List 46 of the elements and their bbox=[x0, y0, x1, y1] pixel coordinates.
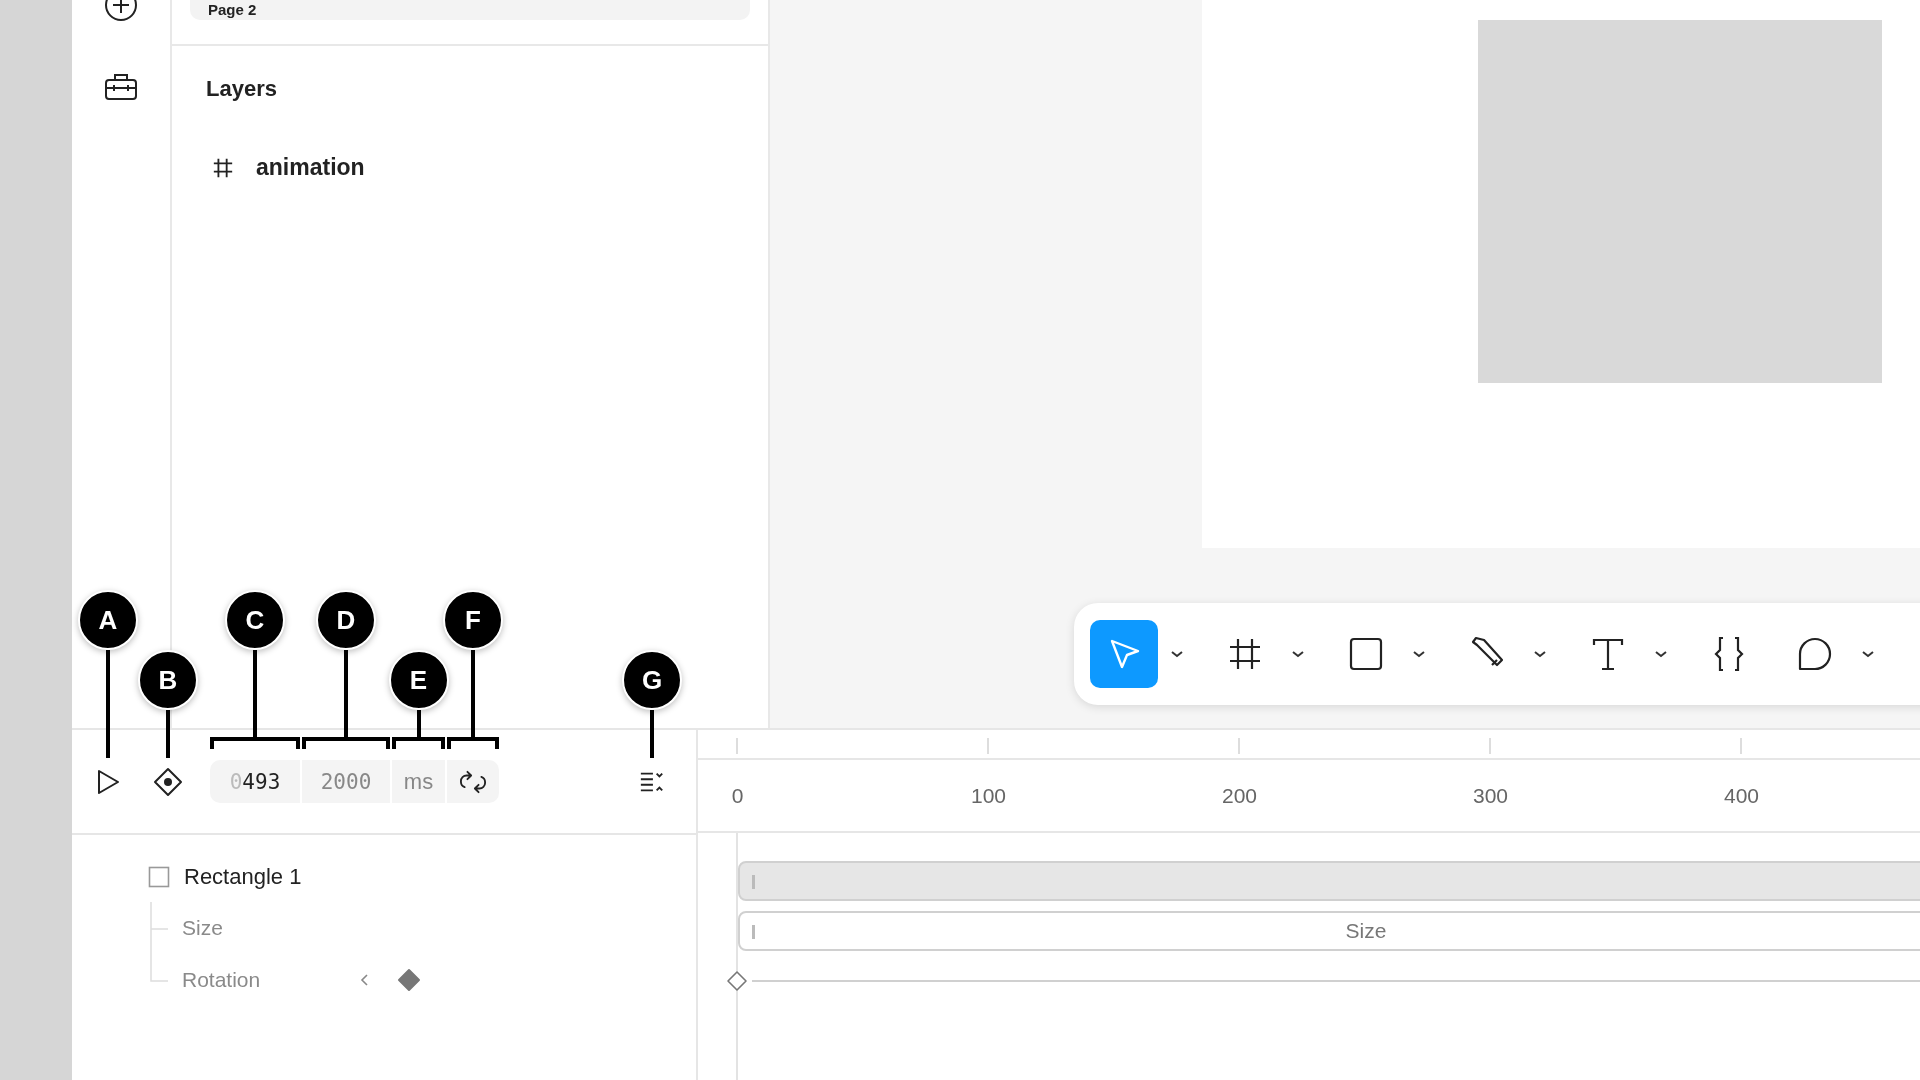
callout-marker: F bbox=[443, 590, 503, 650]
property-bar[interactable]: Size bbox=[738, 911, 1920, 951]
ruler-label: 300 bbox=[1471, 783, 1509, 808]
chevron-icon[interactable] bbox=[1170, 649, 1184, 659]
chevron-icon[interactable] bbox=[1291, 649, 1305, 659]
ruler-label: 200 bbox=[1220, 783, 1258, 808]
duration-field[interactable]: 2000 bbox=[302, 760, 390, 803]
keyframe-icon bbox=[152, 765, 184, 798]
bracket-line bbox=[392, 737, 445, 749]
frame-icon bbox=[212, 156, 234, 179]
chevron-icon[interactable] bbox=[1861, 649, 1875, 659]
bracket-line bbox=[447, 737, 499, 749]
ruler-tick bbox=[987, 738, 989, 754]
layer-name[interactable]: Rectangle 1 bbox=[184, 863, 302, 890]
ruler-label: 400 bbox=[1722, 783, 1760, 808]
chevron-icon[interactable] bbox=[1654, 649, 1668, 659]
layers-heading: Layers bbox=[206, 76, 278, 102]
loop-button[interactable] bbox=[447, 760, 499, 803]
callout-marker: C bbox=[225, 590, 285, 650]
rectangle-icon bbox=[148, 865, 170, 888]
ruler-tick bbox=[736, 738, 738, 754]
callout-marker: A bbox=[78, 590, 138, 650]
ruler-label: 0 bbox=[730, 783, 745, 808]
layer-item[interactable]: animation bbox=[256, 154, 365, 181]
chevron-icon[interactable] bbox=[1533, 649, 1547, 659]
callout-marker: D bbox=[316, 590, 376, 650]
keyframe-icon[interactable] bbox=[397, 968, 421, 992]
current-time-field[interactable]: 0493 bbox=[210, 760, 300, 803]
chevron-icon[interactable] bbox=[1412, 649, 1426, 659]
property-name[interactable]: Size bbox=[182, 916, 359, 940]
callout-marker: E bbox=[388, 650, 449, 710]
callout-marker: B bbox=[138, 650, 198, 710]
callout-marker: G bbox=[622, 650, 682, 710]
ruler-tick bbox=[1238, 738, 1240, 754]
keyframe-icon[interactable] bbox=[726, 970, 748, 992]
ruler-label: 100 bbox=[969, 783, 1007, 808]
unit-selector[interactable]: ms bbox=[392, 760, 445, 803]
ruler-tick bbox=[1740, 738, 1742, 754]
property-name[interactable]: Rotation bbox=[182, 968, 359, 992]
toolbox-icon[interactable] bbox=[104, 71, 138, 101]
ruler-tick bbox=[1489, 738, 1491, 754]
play-icon bbox=[95, 767, 121, 796]
select-tool[interactable] bbox=[1090, 620, 1158, 688]
previous-keyframe-icon[interactable] bbox=[359, 973, 369, 987]
loop-icon bbox=[458, 768, 488, 795]
page-item[interactable]: Page 2 bbox=[190, 0, 750, 20]
